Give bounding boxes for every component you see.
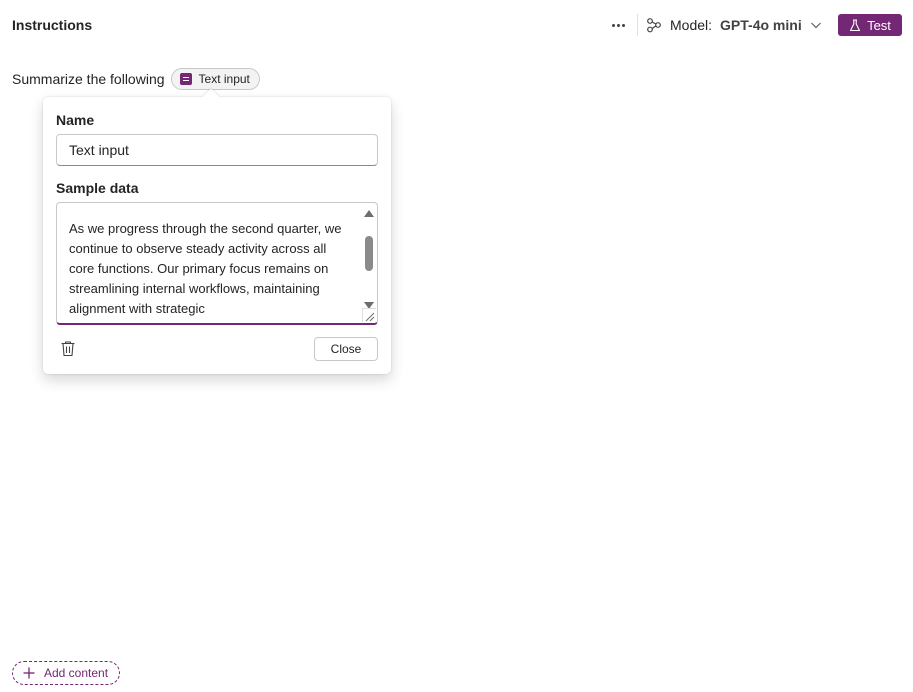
name-input[interactable] [56,134,378,166]
sample-data-scrollbar[interactable] [360,203,377,309]
text-document-icon [179,73,192,85]
input-edit-popover: Name Sample data As we progress through … [43,88,391,374]
delete-button[interactable] [57,337,79,359]
test-button[interactable]: Test [838,14,902,36]
sample-data-label: Sample data [56,180,139,196]
toolbar-divider [637,14,638,36]
chevron-down-icon [810,22,821,29]
trash-icon [61,340,75,356]
popover-beak [202,88,220,106]
scroll-up-arrow-icon[interactable] [364,210,374,217]
prompt-text: Summarize the following [12,71,165,87]
resize-grip-icon[interactable] [362,308,376,322]
chip-label: Text input [198,72,250,86]
model-selector[interactable]: Model: GPT-4o mini [646,13,822,37]
header-bar: Instructions Model: GPT-4o mini Test [0,0,913,50]
sample-data-text: As we progress through the second quarte… [69,221,342,316]
name-label: Name [56,112,95,128]
page-title: Instructions [12,17,93,33]
more-options-button[interactable] [606,13,630,37]
add-content-button[interactable]: Add content [12,661,120,685]
model-label: Model: [670,17,713,33]
model-network-icon [647,18,661,33]
more-horizontal-icon [611,23,625,27]
prompt-instruction: Summarize the following Text input [12,68,260,90]
scroll-thumb[interactable] [365,236,373,271]
flask-icon [850,18,861,31]
model-value: GPT-4o mini [720,17,802,33]
sample-data-textarea[interactable]: As we progress through the second quarte… [56,202,378,325]
plus-icon [23,667,35,679]
test-button-label: Test [867,17,891,33]
text-input-chip[interactable]: Text input [170,68,260,90]
add-content-label: Add content [44,666,109,680]
close-button[interactable]: Close [314,337,378,361]
